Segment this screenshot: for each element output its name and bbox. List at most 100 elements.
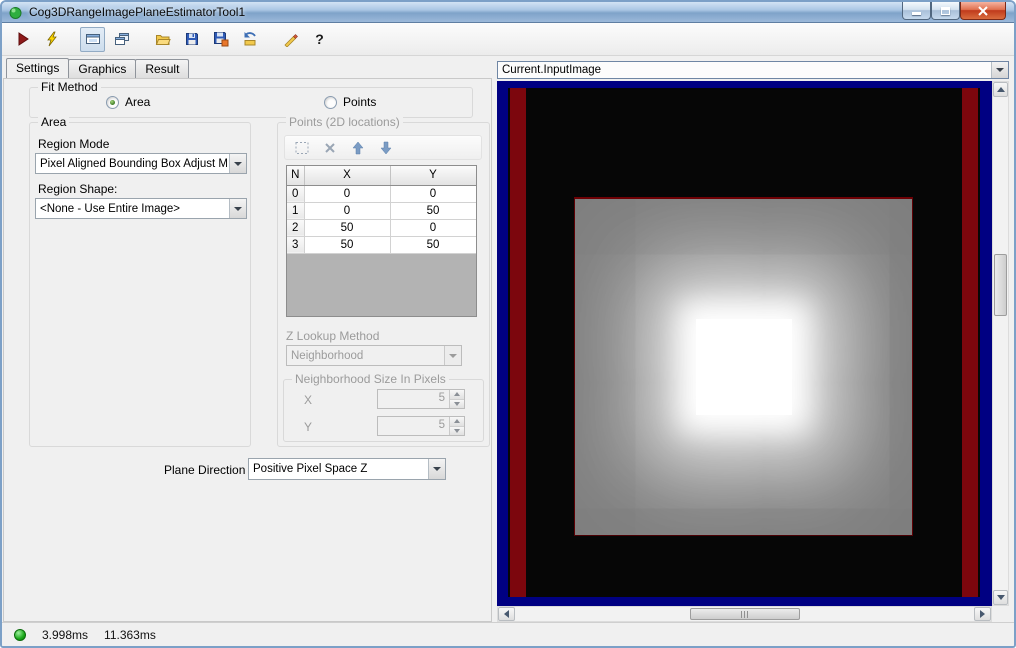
neighborhood-size-group: Neighborhood Size In Pixels X 5 Y 5 — [283, 372, 484, 442]
status-bar: 3.998ms 11.363ms — [2, 622, 1014, 646]
grid-cell[interactable]: 3 — [287, 236, 305, 254]
grid-row[interactable]: 1 0 50 — [287, 202, 476, 220]
grid-header-y[interactable]: Y — [390, 166, 476, 186]
execution-time: 3.998ms — [42, 627, 89, 642]
neighborhood-y-spinner: 5 — [377, 416, 465, 436]
reset-tool-button[interactable] — [237, 27, 262, 52]
lightning-icon — [46, 31, 57, 47]
grid-row[interactable]: 3 50 50 — [287, 236, 476, 254]
float-window-button[interactable] — [109, 27, 134, 52]
grid-header-n[interactable]: N — [287, 166, 305, 186]
select-region-button[interactable] — [293, 139, 311, 157]
horizontal-scroll-thumb[interactable] — [689, 608, 800, 620]
region-mode-dropdown-button[interactable] — [229, 154, 246, 173]
grid-cell[interactable]: 50 — [304, 219, 391, 237]
points-radio-label: Points — [343, 95, 377, 109]
app-icon — [8, 5, 23, 20]
spin-down-icon — [454, 401, 460, 406]
z-lookup-label: Z Lookup Method — [286, 329, 380, 343]
help-button[interactable]: ? — [307, 27, 332, 52]
image-display-icon — [85, 34, 100, 44]
grid-cell[interactable]: 0 — [304, 185, 391, 203]
spin-up-button — [450, 390, 464, 400]
region-shape-label: Region Shape: — [38, 182, 118, 196]
arrow-down-icon — [380, 141, 392, 154]
marquee-icon — [295, 141, 309, 154]
points-grid[interactable]: N X Y 0 0 0 1 0 50 2 50 0 3 50 50 — [286, 165, 477, 317]
image-red-stripe-right — [962, 88, 978, 597]
range-image — [508, 88, 980, 597]
save-image-button[interactable] — [208, 27, 233, 52]
electric-run-button[interactable] — [39, 27, 64, 52]
grid-header-x[interactable]: X — [304, 166, 391, 186]
minimize-button[interactable] — [902, 2, 931, 20]
open-button[interactable] — [150, 27, 175, 52]
range-image-display[interactable] — [497, 81, 992, 606]
save-icon — [185, 33, 198, 45]
plane-direction-dropdown-button[interactable] — [428, 459, 445, 479]
vertical-scroll-thumb[interactable] — [994, 254, 1007, 316]
save-button[interactable] — [179, 27, 204, 52]
scroll-right-button[interactable] — [974, 607, 991, 621]
fit-method-points-option[interactable]: Points — [324, 95, 376, 109]
fit-method-area-option[interactable]: Area — [106, 95, 150, 109]
grip-icon — [741, 610, 748, 618]
points-group: Points (2D locations) N X Y 0 0 0 1 0 50… — [277, 115, 490, 447]
maximize-button[interactable] — [931, 2, 960, 20]
move-point-up-button[interactable] — [349, 139, 367, 157]
move-point-down-button[interactable] — [377, 139, 395, 157]
total-time: 11.363ms — [104, 627, 156, 642]
image-display-button[interactable] — [80, 26, 105, 52]
delete-point-button[interactable] — [321, 139, 339, 157]
image-source-combo[interactable]: Current.InputImage — [497, 61, 1009, 79]
area-radio[interactable] — [106, 95, 119, 109]
image-gray-plane — [574, 197, 913, 536]
tab-graphics[interactable]: Graphics — [68, 59, 137, 78]
tab-settings[interactable]: Settings — [6, 58, 70, 78]
scroll-up-button[interactable] — [993, 82, 1008, 97]
title-bar[interactable]: Cog3DRangeImagePlaneEstimatorTool1 — [2, 2, 1014, 23]
grid-cell[interactable]: 0 — [390, 219, 476, 237]
vertical-scrollbar[interactable] — [992, 81, 1009, 606]
region-mode-combo[interactable]: Pixel Aligned Bounding Box Adjust Mask — [35, 153, 247, 174]
window-controls — [902, 2, 1006, 20]
save-image-icon — [213, 32, 228, 47]
region-mode-label: Region Mode — [38, 137, 110, 151]
plane-direction-value: Positive Pixel Space Z — [253, 463, 368, 475]
neighborhood-size-label: Neighborhood Size In Pixels — [292, 372, 449, 386]
calibration-button[interactable] — [278, 27, 303, 52]
grid-cell[interactable]: 0 — [304, 202, 391, 220]
plane-direction-combo[interactable]: Positive Pixel Space Z — [248, 458, 446, 480]
image-source-dropdown-button[interactable] — [991, 62, 1008, 78]
scroll-down-button[interactable] — [993, 590, 1008, 605]
horizontal-scrollbar[interactable] — [497, 606, 992, 622]
grid-cell[interactable]: 2 — [287, 219, 305, 237]
run-button[interactable] — [10, 27, 35, 52]
spin-up-button — [450, 417, 464, 427]
grid-cell[interactable]: 0 — [287, 185, 305, 203]
arrow-up-icon — [352, 141, 364, 154]
grid-cell[interactable]: 0 — [390, 185, 476, 203]
area-group-label: Area — [38, 115, 70, 129]
close-button[interactable] — [960, 2, 1006, 20]
grid-cell[interactable]: 1 — [287, 202, 305, 220]
tab-result[interactable]: Result — [135, 59, 190, 78]
reset-arrow-icon — [244, 32, 256, 46]
points-radio[interactable] — [324, 95, 337, 109]
arrow-down-icon — [996, 595, 1005, 600]
grid-cell[interactable]: 50 — [304, 236, 391, 254]
spin-down-button — [450, 426, 464, 435]
points-group-label: Points (2D locations) — [286, 115, 403, 129]
fit-method-group: Fit Method Area Points — [29, 80, 473, 118]
grid-row[interactable]: 2 50 0 — [287, 219, 476, 237]
region-shape-dropdown-button[interactable] — [229, 199, 246, 218]
region-shape-combo[interactable]: <None - Use Entire Image> — [35, 198, 247, 219]
delete-x-icon — [325, 142, 335, 153]
grid-cell[interactable]: 50 — [390, 236, 476, 254]
grid-cell[interactable]: 50 — [390, 202, 476, 220]
scroll-left-button[interactable] — [498, 607, 515, 621]
neighborhood-y-value: 5 — [438, 419, 445, 431]
grid-row[interactable]: 0 0 0 — [287, 185, 476, 203]
grid-header-row: N X Y — [287, 166, 476, 186]
neighborhood-x-label: X — [304, 393, 313, 407]
